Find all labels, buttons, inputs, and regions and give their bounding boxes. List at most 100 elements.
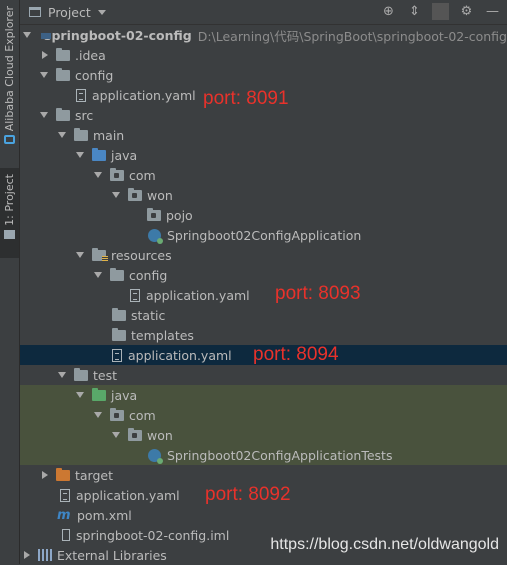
tree-label: config xyxy=(129,268,167,283)
tree-label: application.yaml xyxy=(128,348,232,363)
tree-item-config[interactable]: config xyxy=(20,65,507,85)
tree-label: resources xyxy=(111,248,172,263)
tree-item-idea[interactable]: .idea xyxy=(20,45,507,65)
tree-item-target[interactable]: target xyxy=(20,465,507,485)
source-folder-icon xyxy=(92,150,106,161)
annotation-port-8094: port: 8094 xyxy=(253,344,339,366)
chevron-down-icon[interactable] xyxy=(112,432,120,438)
tree-label: External Libraries xyxy=(57,548,167,563)
tree-label: springboot-02-config.iml xyxy=(76,528,229,543)
tree-item-pojo[interactable]: pojo xyxy=(20,205,507,225)
tree-label: java xyxy=(111,148,137,163)
tree-item-resources[interactable]: resources xyxy=(20,245,507,265)
chevron-down-icon[interactable] xyxy=(76,252,84,258)
excluded-folder-icon xyxy=(56,470,70,481)
tree-item-root[interactable]: springboot-02-config D:\Learning\代码\Spri… xyxy=(20,25,507,45)
chevron-down-icon[interactable] xyxy=(76,152,84,158)
chevron-down-icon[interactable] xyxy=(76,392,84,398)
tree-item-won[interactable]: won xyxy=(20,185,507,205)
tree-item-pom[interactable]: m pom.xml xyxy=(20,505,507,525)
package-icon xyxy=(110,410,124,421)
chevron-down-icon[interactable] xyxy=(40,112,48,118)
tree-label: pom.xml xyxy=(77,508,132,523)
tree-item-main-class[interactable]: Springboot02ConfigApplication xyxy=(20,225,507,245)
locate-icon[interactable]: ⊕ xyxy=(380,3,397,20)
tree-item-static[interactable]: static xyxy=(20,305,507,325)
package-icon xyxy=(110,170,124,181)
tree-label: application.yaml xyxy=(146,288,250,303)
tree-item-res-config[interactable]: config xyxy=(20,265,507,285)
folder-icon xyxy=(74,130,88,141)
spring-boot-test-class-icon xyxy=(148,449,161,462)
yaml-file-icon xyxy=(60,489,70,502)
yaml-file-icon xyxy=(112,349,122,362)
project-window-icon xyxy=(29,7,41,17)
tree-label: won xyxy=(147,428,173,443)
module-file-icon xyxy=(62,529,70,541)
tree-item-test[interactable]: test xyxy=(20,365,507,385)
folder-icon xyxy=(4,230,15,239)
spring-boot-class-icon xyxy=(148,229,161,242)
tree-label: pojo xyxy=(166,208,193,223)
chevron-down-icon[interactable] xyxy=(58,132,66,138)
tree-item-main[interactable]: main xyxy=(20,125,507,145)
chevron-down-icon[interactable] xyxy=(94,172,102,178)
annotation-port-8093: port: 8093 xyxy=(275,283,361,305)
chevron-down-icon[interactable] xyxy=(112,192,120,198)
package-icon xyxy=(128,430,142,441)
tree-label: src xyxy=(75,108,93,123)
tree-item-java[interactable]: java xyxy=(20,145,507,165)
root-path: D:\Learning\代码\SpringBoot\springboot-02-… xyxy=(198,26,507,45)
chevron-right-icon[interactable] xyxy=(42,51,48,59)
library-icon xyxy=(38,549,52,561)
tree-label: main xyxy=(93,128,124,143)
tree-label: Springboot02ConfigApplication xyxy=(167,228,361,243)
tree-item-res-config-yaml[interactable]: application.yaml xyxy=(20,285,507,305)
left-tool-strip: Alibaba Cloud Explorer 1: Project xyxy=(0,0,20,564)
folder-icon xyxy=(74,370,88,381)
toolbar-actions: ⊕ ⇕ ⚙ — xyxy=(380,3,501,20)
tree-label: application.yaml xyxy=(92,88,196,103)
hide-icon[interactable]: — xyxy=(484,3,501,20)
tree-item-test-won[interactable]: won xyxy=(20,425,507,445)
yaml-file-icon xyxy=(130,289,140,302)
annotation-port-8092: port: 8092 xyxy=(205,484,291,506)
folder-icon xyxy=(112,330,126,341)
tree-item-test-java[interactable]: java xyxy=(20,385,507,405)
chevron-down-icon[interactable] xyxy=(98,10,106,15)
tree-label: java xyxy=(111,388,137,403)
package-icon xyxy=(128,190,142,201)
tree-label: templates xyxy=(131,328,194,343)
tree-item-test-com[interactable]: com xyxy=(20,405,507,425)
maven-icon: m xyxy=(57,508,71,523)
alibaba-cloud-icon xyxy=(4,135,15,144)
tree-label: test xyxy=(93,368,117,383)
tree-label: com xyxy=(129,408,156,423)
project-toolbar: Project ⊕ ⇕ ⚙ — xyxy=(20,0,507,25)
tree-label: application.yaml xyxy=(76,488,180,503)
tree-item-templates[interactable]: templates xyxy=(20,325,507,345)
chevron-right-icon[interactable] xyxy=(24,551,30,559)
gear-icon[interactable]: ⚙ xyxy=(458,3,475,20)
project-view-title[interactable]: Project xyxy=(48,5,91,20)
tree-item-com[interactable]: com xyxy=(20,165,507,185)
chevron-down-icon[interactable] xyxy=(23,32,31,38)
alibaba-cloud-explorer-tab[interactable]: Alibaba Cloud Explorer xyxy=(0,6,19,148)
resources-folder-icon xyxy=(92,250,106,261)
collapse-all-icon[interactable]: ⇕ xyxy=(406,3,423,20)
tree-label: target xyxy=(75,468,113,483)
chevron-right-icon[interactable] xyxy=(42,471,48,479)
chevron-down-icon[interactable] xyxy=(94,272,102,278)
folder-icon xyxy=(56,110,70,121)
tree-label: .idea xyxy=(75,48,106,63)
chevron-down-icon[interactable] xyxy=(94,412,102,418)
alibaba-tab-label: Alibaba Cloud Explorer xyxy=(3,6,16,131)
folder-icon xyxy=(110,270,124,281)
tree-label: com xyxy=(129,168,156,183)
project-tab[interactable]: 1: Project xyxy=(0,168,19,258)
toolbar-divider xyxy=(432,3,449,20)
chevron-down-icon[interactable] xyxy=(58,372,66,378)
chevron-down-icon[interactable] xyxy=(40,72,48,78)
tree-item-test-class[interactable]: Springboot02ConfigApplicationTests xyxy=(20,445,507,465)
root-label: springboot-02-config xyxy=(44,28,192,43)
